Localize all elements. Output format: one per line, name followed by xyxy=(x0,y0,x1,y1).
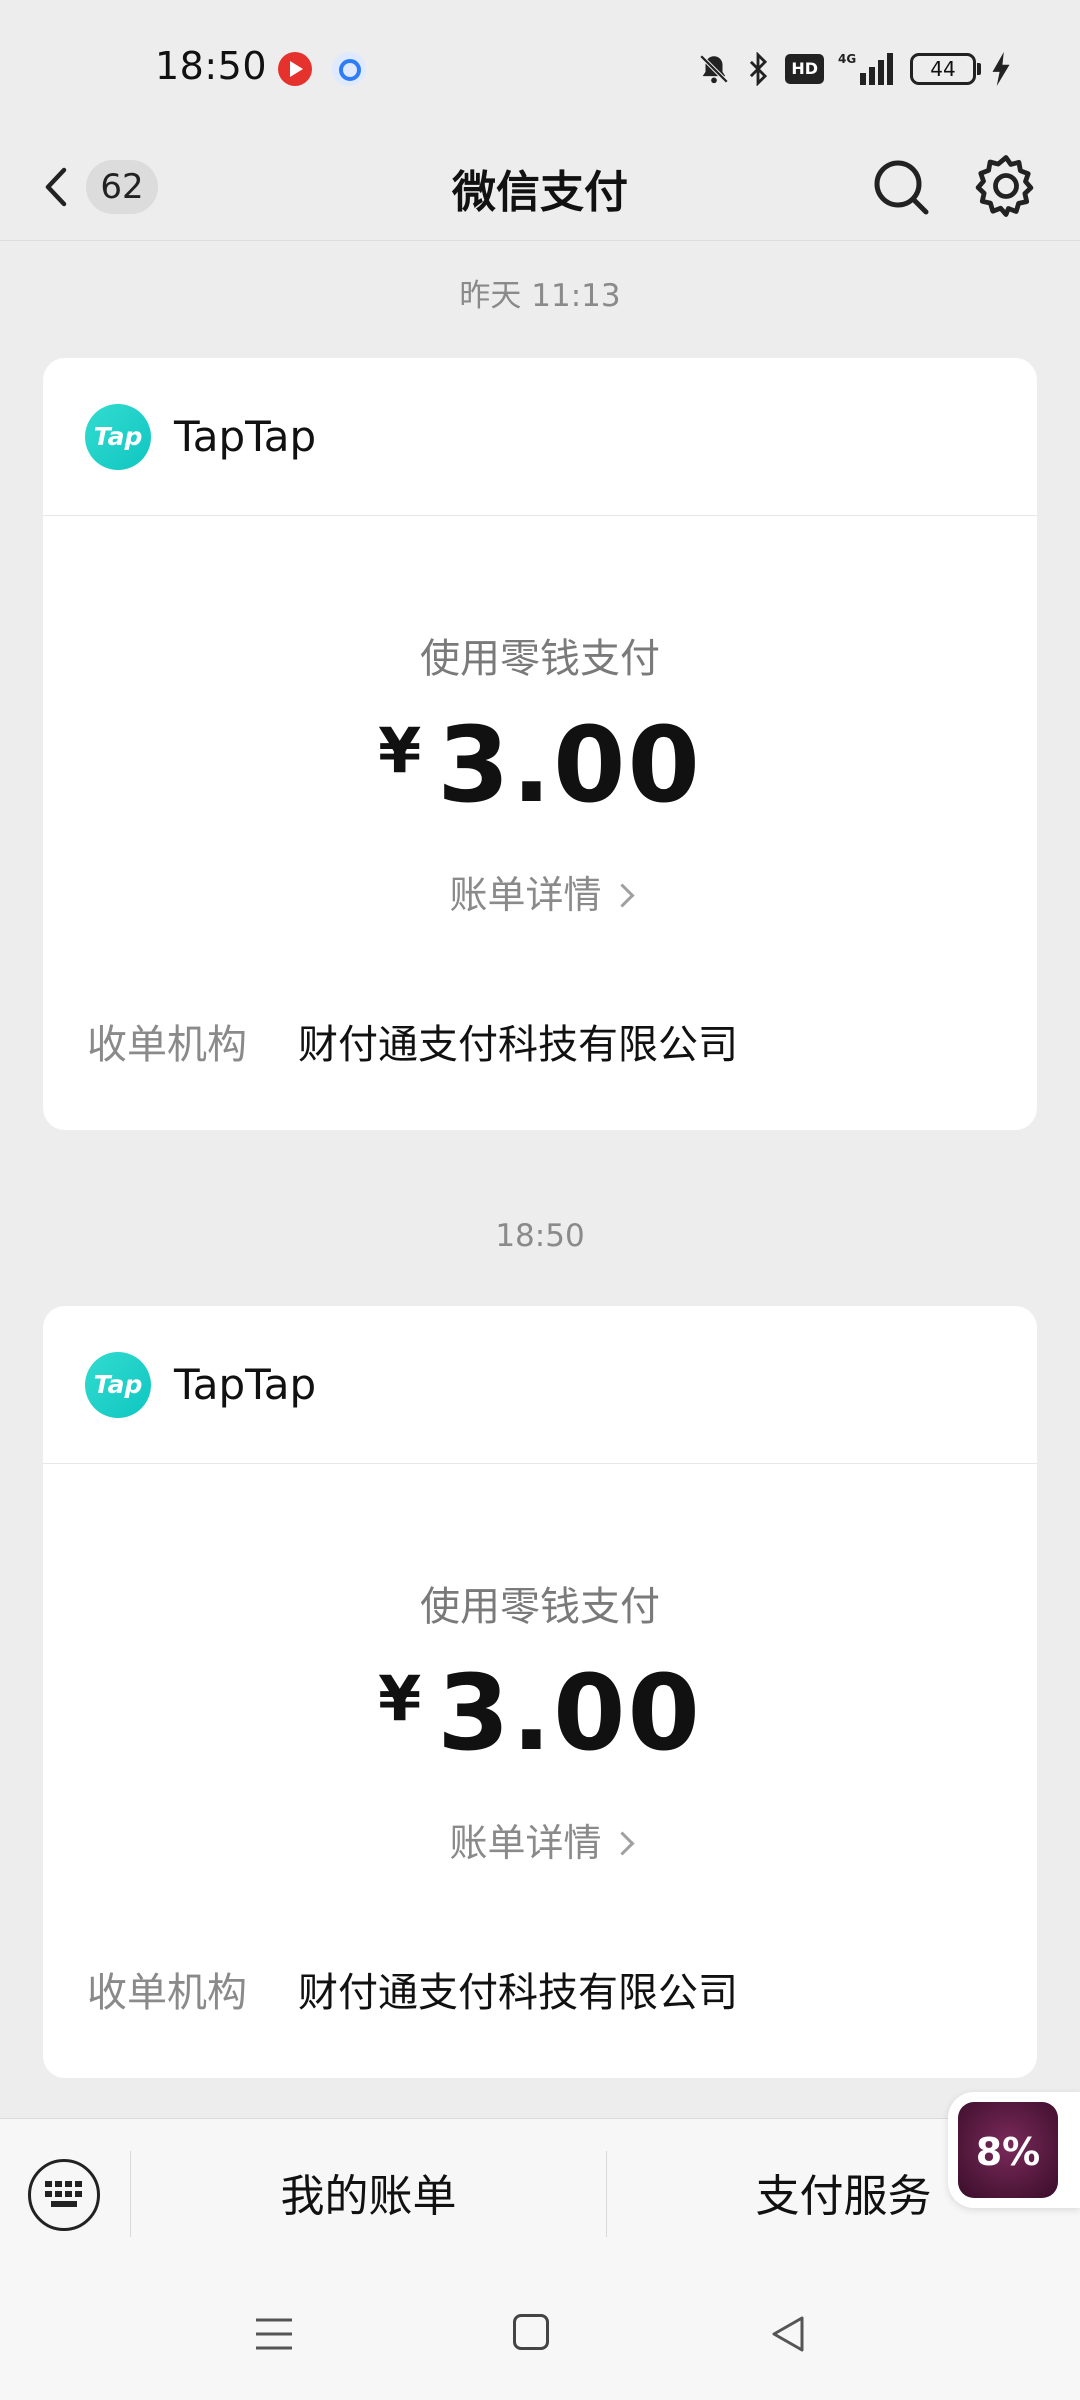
card-header: Tap TapTap xyxy=(43,358,1037,516)
menu-icon xyxy=(256,2318,292,2350)
search-icon xyxy=(874,160,929,215)
payment-amount: ¥3.00 xyxy=(43,704,1037,826)
bluetooth-icon xyxy=(745,52,771,86)
currency-symbol: ¥ xyxy=(378,1662,422,1735)
merchant-name: TapTap xyxy=(174,1360,317,1409)
institution-value: 财付通支付科技有限公司 xyxy=(298,1022,738,1068)
charging-icon xyxy=(990,52,1012,86)
currency-symbol: ¥ xyxy=(378,714,422,787)
payment-card[interactable]: Tap TapTap 使用零钱支付 ¥3.00 账单详情 收单机构 财付通支付科技… xyxy=(43,358,1037,1130)
taptap-logo: Tap xyxy=(85,404,151,470)
home-button[interactable] xyxy=(513,2314,549,2350)
video-app-notification-icon xyxy=(278,52,312,86)
floating-overlay-widget[interactable]: 8% xyxy=(948,2092,1080,2208)
settings-button[interactable] xyxy=(970,150,1042,222)
search-button[interactable] xyxy=(866,152,938,224)
institution-row: 收单机构 财付通支付科技有限公司 xyxy=(87,1012,738,1070)
widget-avatar: 8% xyxy=(958,2102,1058,2198)
institution-label: 收单机构 xyxy=(87,1970,247,2016)
payment-amount: ¥3.00 xyxy=(43,1652,1037,1774)
message-timestamp: 昨天 11:13 xyxy=(459,278,621,314)
institution-row: 收单机构 财付通支付科技有限公司 xyxy=(87,1960,738,2018)
bill-detail-label: 账单详情 xyxy=(449,873,602,917)
amount-value: 3.00 xyxy=(437,704,702,826)
institution-value: 财付通支付科技有限公司 xyxy=(298,1970,738,2016)
keyboard-icon xyxy=(45,2181,82,2207)
card-header: Tap TapTap xyxy=(43,1306,1037,1464)
status-bar: 18:50 HD 4G 44 xyxy=(0,0,1080,136)
keyboard-toggle-button[interactable] xyxy=(28,2159,100,2231)
triangle-back-icon xyxy=(772,2316,804,2352)
message-timestamp: 18:50 xyxy=(495,1218,585,1254)
svg-text:4G: 4G xyxy=(838,52,856,66)
hd-icon: HD xyxy=(785,54,824,84)
system-back-button[interactable] xyxy=(768,2314,808,2354)
browser-app-notification-icon xyxy=(332,52,366,86)
bottom-menu-bar: 我的账单 支付服务 xyxy=(0,2118,1080,2275)
gear-icon xyxy=(975,155,1034,217)
widget-percent: 8% xyxy=(975,2130,1041,2174)
chevron-right-icon xyxy=(609,1831,635,1856)
system-nav-bar xyxy=(0,2274,1080,2400)
recents-button[interactable] xyxy=(254,2316,294,2352)
bill-detail-link[interactable]: 账单详情 xyxy=(43,864,1037,919)
chevron-right-icon xyxy=(609,883,635,908)
battery-icon: 44 xyxy=(910,53,981,85)
payment-card[interactable]: Tap TapTap 使用零钱支付 ¥3.00 账单详情 收单机构 财付通支付科技… xyxy=(43,1306,1037,2078)
bill-detail-link[interactable]: 账单详情 xyxy=(43,1812,1037,1867)
taptap-logo: Tap xyxy=(85,1352,151,1418)
merchant-name: TapTap xyxy=(174,412,317,461)
signal-4g-icon: 4G xyxy=(838,51,896,87)
institution-label: 收单机构 xyxy=(87,1022,247,1068)
status-icons: HD 4G 44 xyxy=(697,46,1012,92)
amount-value: 3.00 xyxy=(437,1652,702,1774)
pay-method-label: 使用零钱支付 xyxy=(420,636,660,682)
pay-method-label: 使用零钱支付 xyxy=(420,1584,660,1630)
status-time: 18:50 xyxy=(155,44,268,88)
chat-header: 62 微信支付 xyxy=(0,136,1080,241)
bill-detail-label: 账单详情 xyxy=(449,1821,602,1865)
my-bill-menu[interactable]: 我的账单 xyxy=(131,2119,606,2275)
bell-off-icon xyxy=(697,52,731,86)
